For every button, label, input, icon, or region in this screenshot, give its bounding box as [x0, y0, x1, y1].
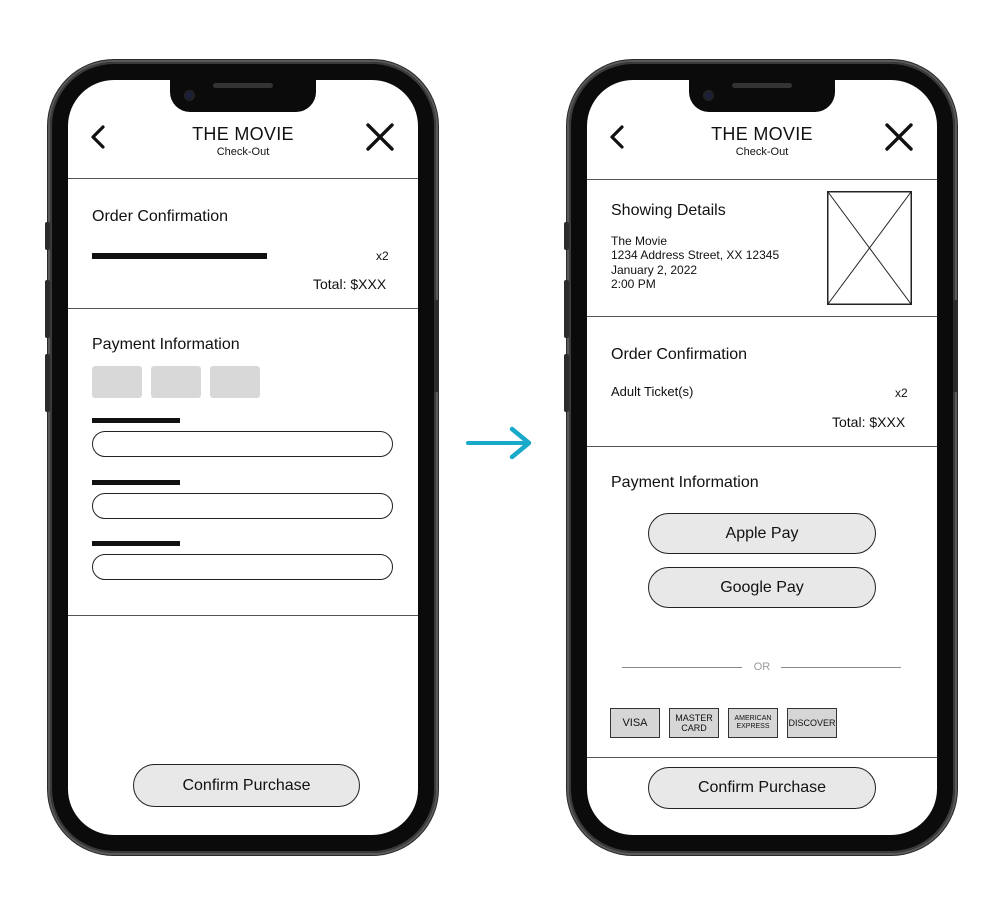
field-label-placeholder — [92, 541, 180, 546]
side-button — [564, 354, 569, 412]
camera-icon — [703, 90, 714, 101]
mastercard-card-button[interactable]: MASTER CARD — [669, 708, 719, 738]
total-label: Total: $XXX — [313, 276, 387, 292]
camera-icon — [184, 90, 195, 101]
divider — [587, 757, 937, 758]
payment-input-field[interactable] — [92, 554, 393, 580]
divider — [68, 615, 418, 616]
divider — [68, 178, 418, 179]
payment-information-heading: Payment Information — [92, 336, 240, 353]
divider — [587, 316, 937, 317]
quantity-label: x2 — [376, 249, 389, 263]
showing-details-heading: Showing Details — [611, 202, 726, 219]
arrow-right-icon — [466, 426, 532, 460]
payment-method-option[interactable] — [210, 366, 260, 398]
or-separator: OR — [753, 661, 771, 673]
confirm-purchase-button[interactable]: Confirm Purchase — [133, 764, 360, 807]
close-icon[interactable] — [884, 122, 914, 152]
phone-frame-right: THE MOVIE Check-Out Showing Details The … — [564, 62, 958, 853]
confirm-purchase-button[interactable]: Confirm Purchase — [648, 767, 876, 809]
side-button — [45, 280, 50, 338]
item-placeholder-bar — [92, 253, 267, 259]
theater-address: 1234 Address Street, XX 12345 — [611, 248, 780, 262]
side-button — [434, 300, 439, 392]
movie-title: The Movie — [611, 234, 668, 248]
payment-information-heading: Payment Information — [611, 474, 759, 491]
google-pay-button[interactable]: Google Pay — [648, 567, 876, 608]
notch — [689, 80, 835, 112]
order-confirmation-heading: Order Confirmation — [611, 346, 748, 363]
apple-pay-button[interactable]: Apple Pay — [648, 513, 876, 554]
payment-input-field[interactable] — [92, 431, 393, 457]
showing-time: 2:00 PM — [611, 277, 656, 291]
side-button — [953, 300, 958, 392]
visa-card-button[interactable]: VISA — [610, 708, 660, 738]
side-button — [564, 280, 569, 338]
side-button — [45, 222, 50, 250]
quantity-label: x2 — [895, 386, 908, 400]
total-label: Total: $XXX — [832, 414, 906, 430]
screen-wireframe-v1: THE MOVIE Check-Out Order Confirmation x… — [68, 80, 418, 835]
close-icon[interactable] — [365, 122, 395, 152]
or-divider-line — [622, 667, 742, 668]
divider — [587, 179, 937, 180]
discover-card-button[interactable]: DISCOVER — [787, 708, 837, 738]
divider — [68, 308, 418, 309]
image-placeholder — [827, 191, 912, 305]
order-confirmation-heading: Order Confirmation — [92, 208, 229, 225]
payment-method-option[interactable] — [92, 366, 142, 398]
payment-input-field[interactable] — [92, 493, 393, 519]
side-button — [45, 354, 50, 412]
field-label-placeholder — [92, 418, 180, 423]
payment-method-option[interactable] — [151, 366, 201, 398]
speaker — [732, 83, 792, 88]
screen-wireframe-v2: THE MOVIE Check-Out Showing Details The … — [587, 80, 937, 835]
ticket-type: Adult Ticket(s) — [611, 384, 694, 399]
divider — [587, 446, 937, 447]
speaker — [213, 83, 273, 88]
or-divider-line — [781, 667, 901, 668]
american-express-card-button[interactable]: AMERICAN EXPRESS — [728, 708, 778, 738]
showing-date: January 2, 2022 — [611, 263, 698, 277]
notch — [170, 80, 316, 112]
phone-frame-left: THE MOVIE Check-Out Order Confirmation x… — [45, 62, 439, 853]
side-button — [564, 222, 569, 250]
field-label-placeholder — [92, 480, 180, 485]
